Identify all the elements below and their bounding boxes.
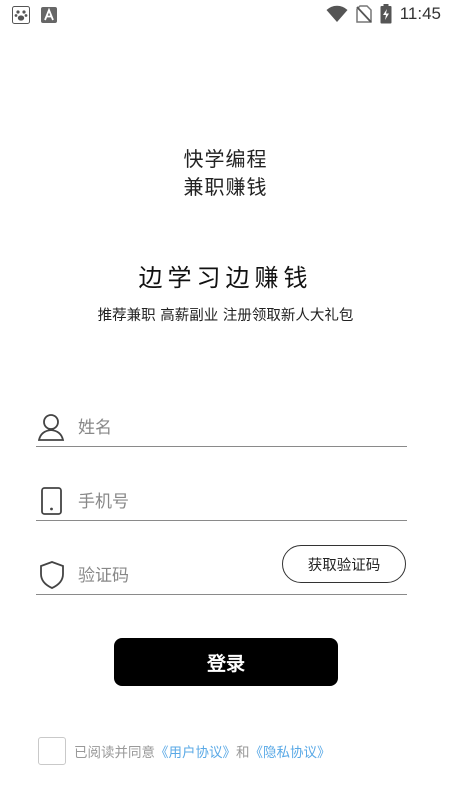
user-icon bbox=[38, 414, 65, 441]
agreement-checkbox[interactable] bbox=[38, 737, 66, 765]
privacy-agreement-link[interactable]: 《隐私协议》 bbox=[250, 745, 331, 761]
app-logo: 快学编程 兼职赚钱 bbox=[0, 145, 451, 201]
status-bar-left bbox=[12, 6, 58, 24]
phone-field bbox=[36, 486, 407, 521]
shield-icon bbox=[40, 561, 64, 589]
user-agreement-link[interactable]: 《用户协议》 bbox=[155, 745, 236, 761]
no-sim-icon bbox=[355, 5, 372, 23]
get-code-button[interactable]: 获取验证码 bbox=[282, 545, 406, 583]
agreement-row: 已阅读并同意《用户协议》和《隐私协议》 bbox=[38, 737, 331, 765]
logo-line-1: 快学编程 bbox=[183, 147, 268, 171]
agreement-prefix: 已阅读并同意 bbox=[74, 745, 155, 761]
phone-icon bbox=[41, 487, 62, 515]
name-field bbox=[36, 412, 407, 447]
baidu-paw-icon bbox=[12, 6, 30, 24]
status-bar: 11:45 bbox=[0, 0, 451, 32]
status-bar-right: 11:45 bbox=[326, 4, 441, 24]
phone-input[interactable] bbox=[78, 488, 298, 516]
font-a-icon bbox=[41, 7, 57, 23]
code-input[interactable] bbox=[78, 562, 298, 590]
page-headline: 边学习边赚钱 bbox=[138, 264, 313, 292]
agreement-text: 已阅读并同意《用户协议》和《隐私协议》 bbox=[74, 741, 331, 761]
name-input[interactable] bbox=[78, 414, 298, 442]
wifi-icon bbox=[326, 5, 348, 22]
login-button[interactable]: 登录 bbox=[114, 638, 338, 686]
page-subline: 推荐兼职 高薪副业 注册领取新人大礼包 bbox=[97, 308, 354, 324]
battery-charging-icon bbox=[380, 4, 392, 24]
logo-line-2: 兼职赚钱 bbox=[183, 175, 268, 199]
clock: 11:45 bbox=[399, 4, 441, 23]
agreement-conjunction: 和 bbox=[236, 745, 250, 761]
